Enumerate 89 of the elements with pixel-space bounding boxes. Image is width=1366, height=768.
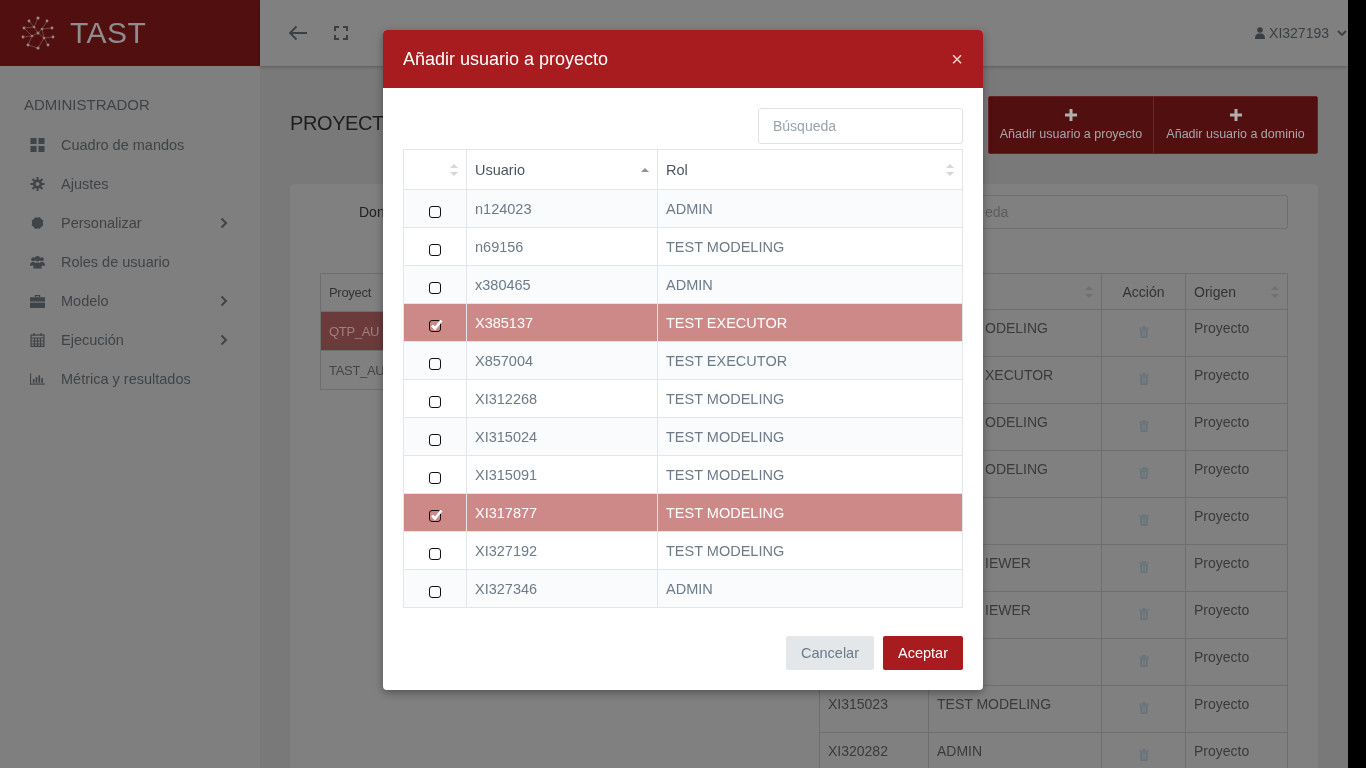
table-cell: TEST EXECUTOR — [666, 314, 788, 331]
table-cell: Proyecto — [1194, 696, 1250, 712]
table-cell: TEST MODELING — [666, 466, 785, 483]
table-cell: ODELING — [985, 320, 1048, 336]
checkbox[interactable] — [429, 510, 441, 522]
table-cell: Proyecto — [1194, 743, 1250, 759]
table-cell: ADMIN — [666, 580, 713, 597]
column-header[interactable]: Usuario — [466, 149, 658, 190]
table-cell: TEST EXECUTOR — [666, 352, 788, 369]
back-arrow-icon[interactable] — [288, 25, 308, 41]
checkbox[interactable] — [429, 206, 441, 218]
plus-icon — [1229, 109, 1242, 121]
checkbox[interactable] — [429, 358, 441, 370]
checkbox[interactable] — [429, 396, 441, 408]
calendar-icon — [30, 332, 45, 347]
sidebar-item[interactable]: Métrica y resultados — [0, 359, 260, 398]
table-cell: XI320282 — [828, 743, 888, 759]
checkbox[interactable] — [429, 472, 441, 484]
briefcase-icon — [30, 293, 45, 308]
table-cell: TEST MODELING — [666, 428, 785, 445]
column-header[interactable]: Rol — [657, 149, 963, 190]
table-cell: TEST MODELING — [666, 238, 785, 255]
table-header: Origen — [1185, 273, 1288, 310]
table-cell: XI312268 — [475, 390, 538, 407]
table-cell: TEST MODELING — [937, 696, 1052, 712]
sidebar-item[interactable]: Modelo — [0, 281, 260, 320]
table-cell: XECUTOR — [985, 367, 1054, 383]
table-cell: ODELING — [985, 414, 1048, 430]
table-cell: ADMIN — [666, 200, 713, 217]
close-button[interactable]: × — [947, 49, 963, 69]
network-globe-icon — [20, 15, 56, 51]
table-cell: ODELING — [985, 461, 1048, 477]
table-cell: XI315023 — [828, 696, 888, 712]
table-cell: Proyecto — [1194, 461, 1250, 477]
table-cell: TEST MODELING — [666, 390, 785, 407]
user-menu[interactable]: XI327193 — [1255, 25, 1347, 41]
table-cell: Proyecto — [1194, 602, 1250, 618]
add-user-button[interactable]: Añadir usuario a proyecto — [989, 97, 1153, 153]
caret-icon — [1337, 29, 1347, 37]
user-icon — [1255, 27, 1266, 39]
grid-icon — [30, 137, 45, 152]
table-cell: XI327346 — [475, 580, 538, 597]
table-cell: XI327192 — [475, 542, 538, 559]
sort-icon[interactable] — [450, 162, 458, 177]
seal-icon — [30, 215, 45, 230]
checkbox[interactable] — [429, 244, 441, 256]
table-cell: IEWER — [985, 602, 1031, 618]
checkbox[interactable] — [429, 586, 441, 598]
page-title: PROYECT — [290, 112, 384, 135]
add-user-button[interactable]: Añadir usuario a dominio — [1153, 97, 1317, 153]
gear-icon — [30, 176, 45, 191]
sidebar-item[interactable]: Roles de usuario — [0, 242, 260, 281]
table-cell: XI315091 — [475, 466, 538, 483]
sidebar-item[interactable]: Personalizar — [0, 203, 260, 242]
dialog-title: Añadir usuario a proyecto — [403, 48, 609, 70]
sidebar-item[interactable]: Ajustes — [0, 164, 260, 203]
sidebar-section-title: ADMINISTRADOR — [23, 95, 151, 115]
table-cell: XI317877 — [475, 504, 538, 521]
table-cell: Proyecto — [1194, 649, 1250, 665]
table-cell: TEST MODELING — [666, 542, 785, 559]
users-icon — [30, 254, 45, 269]
plus-icon — [1065, 109, 1077, 121]
table-cell: XI315024 — [475, 428, 538, 445]
table-cell: n69156 — [475, 238, 524, 255]
table-cell: n124023 — [475, 200, 532, 217]
checkbox[interactable] — [429, 320, 441, 332]
table-cell: x380465 — [475, 276, 531, 293]
table-cell: TEST MODELING — [666, 504, 785, 521]
table-cell: Proyecto — [1194, 320, 1250, 336]
checkbox[interactable] — [429, 282, 441, 294]
table-header: Acción — [1101, 273, 1186, 310]
table-cell: X385137 — [475, 314, 534, 331]
checkbox[interactable] — [429, 548, 441, 560]
table-cell: ADMIN — [666, 276, 713, 293]
table-cell: Proyecto — [1194, 414, 1250, 430]
table-cell: ADMIN — [937, 743, 983, 759]
table-cell: Proyecto — [1194, 508, 1250, 524]
fullscreen-icon[interactable] — [334, 26, 348, 40]
app-name: TAST — [70, 16, 147, 50]
table-cell: IEWER — [985, 555, 1031, 571]
bar-chart-icon — [30, 371, 45, 386]
table-cell: X857004 — [475, 352, 534, 369]
cancel-button[interactable]: Cancelar — [786, 636, 874, 670]
sidebar-item[interactable]: Ejecución — [0, 320, 260, 359]
accept-button[interactable]: Aceptar — [883, 636, 963, 670]
table-cell: Proyecto — [1194, 555, 1250, 571]
checkbox[interactable] — [429, 434, 441, 446]
sidebar-item[interactable]: Cuadro de mandos — [0, 125, 260, 164]
table-cell: Proyecto — [1194, 367, 1250, 383]
